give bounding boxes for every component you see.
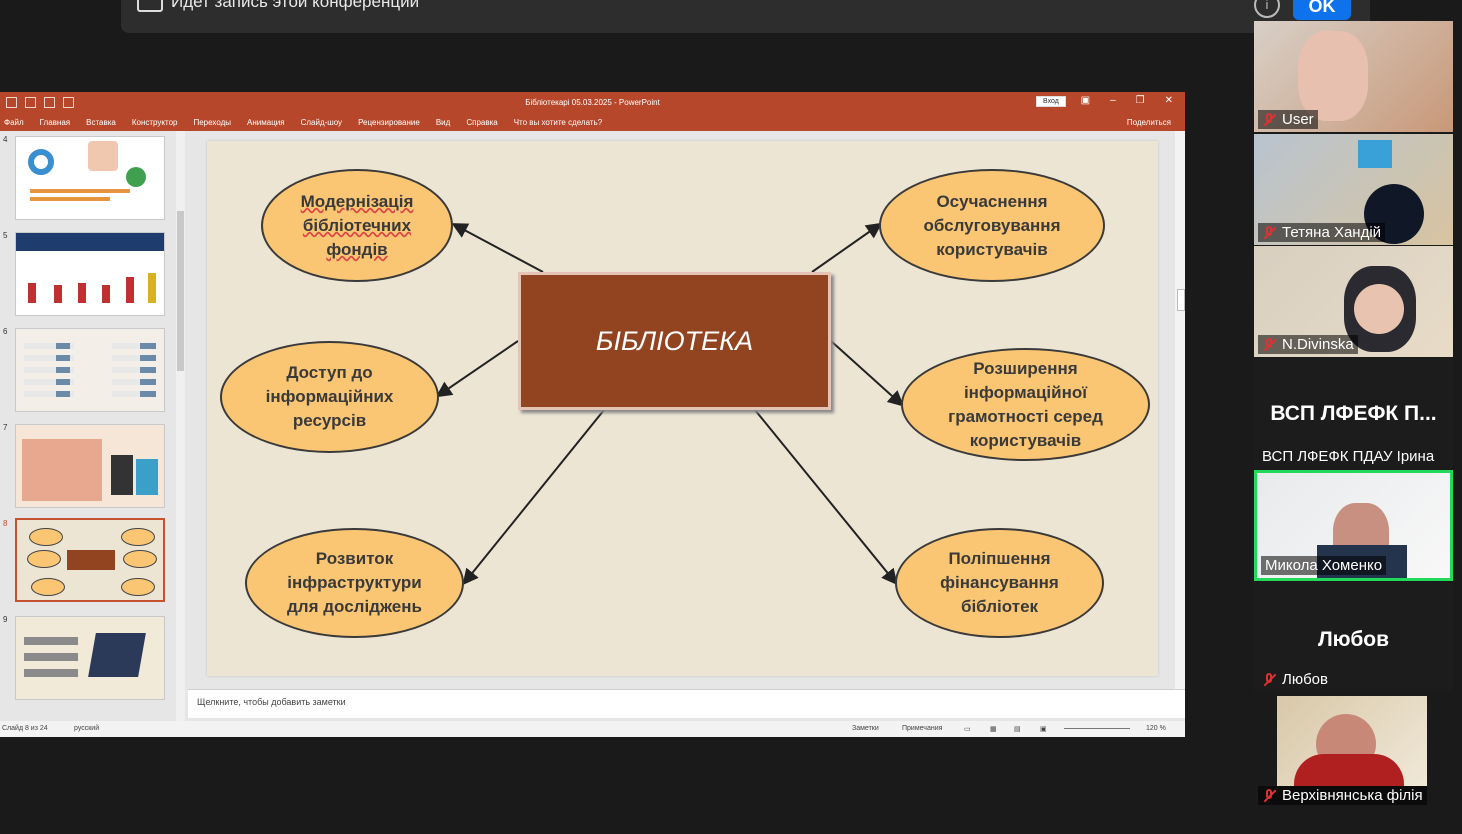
participant-tile-vsp[interactable]: ВСП ЛФЕФК П... ВСП ЛФЕФК ПДАУ Ірина: [1254, 358, 1453, 469]
mic-muted-icon: [1262, 672, 1276, 687]
participant-name: Верхівнянська філія: [1258, 786, 1427, 805]
tab-slideshow[interactable]: Слайд-шоу: [301, 118, 342, 127]
comments-toggle[interactable]: Примечания: [902, 725, 942, 732]
participant-name: Любов: [1258, 670, 1332, 689]
document-title: Бібліотекарі 05.03.2025 - PowerPoint: [525, 98, 660, 107]
slide-editor: БІБЛІОТЕКА Модернізація бібліотечних фон…: [188, 131, 1185, 689]
info-icon[interactable]: i: [1254, 0, 1280, 18]
node-modernization[interactable]: Модернізація бібліотечних фондів: [261, 169, 453, 282]
thumbnails-scrollbar[interactable]: [176, 131, 185, 727]
tab-help[interactable]: Справка: [466, 118, 497, 127]
share-button[interactable]: Поделиться: [1127, 118, 1171, 127]
participant-tile-user[interactable]: User: [1254, 21, 1453, 132]
minimize-icon[interactable]: –: [1110, 95, 1116, 106]
participant-name: ВСП ЛФЕФК ПДАУ Ірина: [1262, 448, 1435, 465]
mic-muted-icon: [1262, 337, 1276, 352]
participant-name: N.Divinska: [1258, 335, 1358, 354]
ok-button[interactable]: OK: [1293, 0, 1351, 20]
ribbon-tabs: Файл Главная Вставка Конструктор Переход…: [0, 112, 1185, 131]
thumb-number: 4: [3, 135, 8, 144]
editor-scrollbar[interactable]: [1175, 131, 1185, 689]
ribbon-display-icon[interactable]: ▣: [1081, 95, 1090, 106]
tab-home[interactable]: Главная: [40, 118, 70, 127]
participant-name: Микола Хоменко: [1261, 556, 1387, 575]
thumb-number: 5: [3, 231, 8, 240]
slide-thumbnail-5[interactable]: [15, 232, 165, 316]
notes-pane[interactable]: Щелкните, чтобы добавить заметки: [188, 689, 1185, 718]
notes-toggle[interactable]: Заметки: [852, 725, 879, 732]
reading-view-icon[interactable]: ▤: [1014, 725, 1021, 733]
thumb-number: 7: [3, 423, 8, 432]
participant-tile-lyubov[interactable]: Любов Любов: [1254, 582, 1453, 692]
node-info-literacy[interactable]: Розширення інформаційної грамотності сер…: [901, 348, 1150, 461]
slide-thumbnail-6[interactable]: [15, 328, 165, 412]
close-icon[interactable]: ✕: [1165, 95, 1173, 106]
sorter-view-icon[interactable]: ▦: [990, 725, 997, 733]
title-bar: Бібліотекарі 05.03.2025 - PowerPoint Вхо…: [0, 92, 1185, 112]
node-modern-service[interactable]: Осучаснення обслуговування користувачів: [879, 169, 1105, 282]
thumb-number: 8: [3, 519, 8, 528]
tab-insert[interactable]: Вставка: [86, 118, 116, 127]
powerpoint-window: Бібліотекарі 05.03.2025 - PowerPoint Вхо…: [0, 92, 1185, 737]
notes-placeholder: Щелкните, чтобы добавить заметки: [197, 697, 346, 707]
status-bar: Слайд 8 из 24 русский Заметки Примечания…: [0, 721, 1185, 737]
normal-view-icon[interactable]: ▭: [964, 725, 971, 733]
language-indicator[interactable]: русский: [74, 725, 99, 732]
node-infrastructure[interactable]: Розвиток інфраструктури для досліджень: [245, 528, 464, 638]
maximize-icon[interactable]: ❐: [1136, 95, 1145, 106]
recording-text: Идет запись этой конференции: [171, 0, 420, 11]
participant-name: Тетяна Хандій: [1258, 223, 1386, 242]
participant-tile-ndivinska[interactable]: N.Divinska: [1254, 246, 1453, 357]
participant-display-name: ВСП ЛФЕФК П...: [1270, 402, 1437, 425]
slide-thumbnail-8[interactable]: [15, 518, 165, 602]
node-access-resources[interactable]: Доступ до інформаційних ресурсів: [220, 341, 439, 453]
participant-display-name: Любов: [1317, 628, 1390, 651]
zoom-level[interactable]: 120 %: [1146, 725, 1166, 732]
window-controls: ▣ – ❐ ✕: [1081, 95, 1173, 106]
login-button[interactable]: Вход: [1036, 96, 1066, 107]
slide-thumbnail-4[interactable]: [15, 136, 165, 220]
mic-muted-icon: [1262, 112, 1276, 127]
zoom-slider[interactable]: [1064, 728, 1130, 729]
video-camera-icon: [137, 0, 163, 12]
tab-view[interactable]: Вид: [436, 118, 450, 127]
tell-me-search[interactable]: Что вы хотите сделать?: [514, 118, 602, 127]
slide-counter: Слайд 8 из 24: [2, 725, 48, 732]
slide-thumbnails-pane: 4 5 6 7 8 9: [0, 131, 187, 727]
tab-file[interactable]: Файл: [4, 118, 24, 127]
mic-muted-icon: [1262, 788, 1276, 803]
slideshow-view-icon[interactable]: ▣: [1040, 725, 1047, 733]
tab-review[interactable]: Рецензирование: [358, 118, 420, 127]
tab-design[interactable]: Конструктор: [132, 118, 178, 127]
thumb-number: 6: [3, 327, 8, 336]
node-funding[interactable]: Поліпшення фінансування бібліотек: [895, 528, 1104, 638]
slide-thumbnail-7[interactable]: [15, 424, 165, 508]
tab-animation[interactable]: Анимация: [247, 118, 285, 127]
tab-transitions[interactable]: Переходы: [193, 118, 231, 127]
participant-tile-verkhivnianska[interactable]: Верхівнянська філія: [1254, 694, 1453, 808]
participant-tile-tetiana[interactable]: Тетяна Хандій: [1254, 134, 1453, 245]
recording-banner: Идет запись этой конференции i OK: [121, 0, 1370, 33]
slide-canvas[interactable]: БІБЛІОТЕКА Модернізація бібліотечних фон…: [207, 141, 1158, 676]
participant-tile-mykola[interactable]: Микола Хоменко: [1254, 470, 1453, 581]
mic-muted-icon: [1262, 225, 1276, 240]
thumb-number: 9: [3, 615, 8, 624]
center-node-library[interactable]: БІБЛІОТЕКА: [518, 272, 831, 410]
slide-thumbnail-9[interactable]: [15, 616, 165, 700]
participant-name: User: [1258, 110, 1318, 129]
